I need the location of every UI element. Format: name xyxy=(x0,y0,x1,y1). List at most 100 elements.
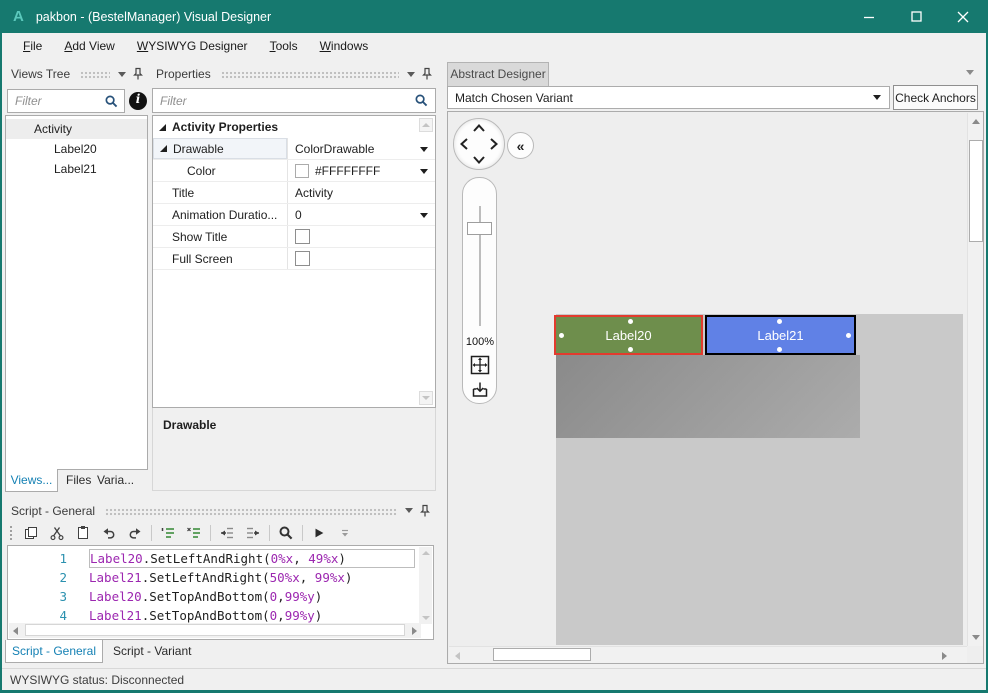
property-row-animation-duration[interactable]: Animation Duratio... 0 xyxy=(153,204,435,226)
property-group-row[interactable]: Activity Properties xyxy=(153,116,435,138)
variant-combobox[interactable]: Match Chosen Variant xyxy=(447,86,890,109)
arrow-left-icon xyxy=(13,627,18,635)
search-icon[interactable] xyxy=(104,94,119,109)
tab-abstract-designer[interactable]: Abstract Designer xyxy=(447,62,549,86)
drag-texture[interactable] xyxy=(221,71,399,79)
properties-filter-input[interactable] xyxy=(153,94,414,108)
menu-add-view[interactable]: Add View xyxy=(53,35,126,57)
copy-button[interactable] xyxy=(18,522,44,544)
expander-icon[interactable] xyxy=(159,124,166,131)
scrollbar-thumb[interactable] xyxy=(969,140,983,242)
zoom-percent-label: 100% xyxy=(463,336,497,348)
tree-item-label20[interactable]: Label20 xyxy=(6,139,147,159)
property-row-drawable[interactable]: Drawable ColorDrawable xyxy=(153,138,435,160)
color-swatch[interactable] xyxy=(295,164,309,178)
arrow-down-icon xyxy=(422,396,430,400)
redo-button[interactable] xyxy=(122,522,148,544)
scroll-up-button[interactable] xyxy=(419,118,433,132)
maximize-icon xyxy=(911,11,922,22)
paste-button[interactable] xyxy=(70,522,96,544)
decrease-indent-button[interactable] xyxy=(214,522,240,544)
variant-combobox-value: Match Chosen Variant xyxy=(448,91,873,105)
dropdown-icon[interactable] xyxy=(420,147,428,152)
views-tree: Activity Label20 Label21 xyxy=(5,115,148,470)
canvas-hscrollbar[interactable] xyxy=(449,646,967,663)
variant-screen-area[interactable] xyxy=(556,355,860,438)
editor-hscrollbar[interactable] xyxy=(9,623,421,638)
property-row-title[interactable]: Title Activity xyxy=(153,182,435,204)
views-filter-input[interactable] xyxy=(8,94,104,108)
property-row-color[interactable]: Color #FFFFFFFF xyxy=(153,160,435,182)
tab-views[interactable]: Views... xyxy=(5,469,58,492)
scrollbar-thumb[interactable] xyxy=(493,648,591,661)
dropdown-icon[interactable] xyxy=(420,213,428,218)
tab-script-variant[interactable]: Script - Variant xyxy=(113,644,191,658)
drag-texture[interactable] xyxy=(80,71,110,79)
pin-icon[interactable] xyxy=(421,67,433,81)
menu-tools[interactable]: Tools xyxy=(259,35,309,57)
check-anchors-button[interactable]: Check Anchors xyxy=(893,85,978,110)
property-value[interactable]: 0 xyxy=(295,208,302,222)
uncomment-button[interactable] xyxy=(181,522,207,544)
tree-item-activity[interactable]: Activity xyxy=(6,119,147,139)
fit-to-screen-button[interactable] xyxy=(469,354,491,376)
panel-menu-icon[interactable] xyxy=(118,72,126,77)
zoom-slider-thumb[interactable] xyxy=(467,222,492,235)
arrow-up-icon xyxy=(422,123,430,127)
cut-button[interactable] xyxy=(44,522,70,544)
pan-control[interactable] xyxy=(453,118,505,170)
dropdown-icon[interactable] xyxy=(420,169,428,174)
code-line[interactable]: 1 Label20.SetLeftAndRight(0%x, 49%x) xyxy=(8,549,418,568)
undo-button[interactable] xyxy=(96,522,122,544)
pin-icon[interactable] xyxy=(132,67,144,81)
tab-variants[interactable]: Varia... xyxy=(97,473,134,487)
minimize-button[interactable] xyxy=(846,0,892,33)
panel-menu-icon[interactable] xyxy=(407,72,415,77)
code-line[interactable]: 3 Label20.SetTopAndBottom(0,99%y) xyxy=(8,587,418,606)
search-button[interactable] xyxy=(273,522,299,544)
full-screen-checkbox[interactable] xyxy=(295,251,310,266)
tab-script-general[interactable]: Script - General xyxy=(5,640,103,663)
scroll-down-button[interactable] xyxy=(419,391,433,405)
expander-icon[interactable] xyxy=(160,145,167,152)
info-icon[interactable]: i xyxy=(129,92,147,110)
views-filter xyxy=(7,89,125,113)
close-button[interactable] xyxy=(940,0,986,33)
copy-icon xyxy=(23,525,39,541)
script-editor[interactable]: 1 Label20.SetLeftAndRight(0%x, 49%x) 2 L… xyxy=(7,545,434,640)
toolbar-overflow-button[interactable] xyxy=(332,522,358,544)
code-line[interactable]: 2 Label21.SetLeftAndRight(50%x, 99%x) xyxy=(8,568,418,587)
panel-menu-icon[interactable] xyxy=(405,508,413,513)
status-bar: WYSIWYG status: Disconnected xyxy=(2,668,986,690)
tree-item-label21[interactable]: Label21 xyxy=(6,159,147,179)
increase-indent-button[interactable] xyxy=(240,522,266,544)
anchor-dot xyxy=(628,347,633,352)
menu-file[interactable]: File xyxy=(12,35,53,57)
load-layout-button[interactable] xyxy=(469,379,491,401)
maximize-button[interactable] xyxy=(893,0,939,33)
drag-texture[interactable] xyxy=(105,508,397,516)
window-border-left xyxy=(0,33,2,693)
property-value[interactable]: ColorDrawable xyxy=(295,142,374,156)
scrollbar-thumb[interactable] xyxy=(25,624,405,636)
minimize-icon xyxy=(863,11,875,23)
comment-button[interactable] xyxy=(155,522,181,544)
run-script-button[interactable] xyxy=(306,522,332,544)
menu-wysiwyg-designer[interactable]: WYSIWYG Designer xyxy=(126,35,259,57)
toolbar-grip[interactable] xyxy=(9,525,14,541)
collapse-tools-button[interactable]: « xyxy=(507,132,534,159)
designer-canvas[interactable]: Label20 Label21 « 100% xyxy=(447,111,984,664)
canvas-vscrollbar[interactable] xyxy=(967,113,984,646)
property-row-show-title[interactable]: Show Title xyxy=(153,226,435,248)
property-value[interactable]: Activity xyxy=(295,186,333,200)
editor-vscrollbar[interactable] xyxy=(419,547,432,624)
search-icon[interactable] xyxy=(414,93,429,108)
panel-menu-icon[interactable] xyxy=(966,70,974,75)
menu-windows[interactable]: Windows xyxy=(309,35,380,57)
tab-files[interactable]: Files xyxy=(66,473,91,487)
arrow-up-icon xyxy=(972,119,980,124)
property-value[interactable]: #FFFFFFFF xyxy=(315,164,380,178)
property-row-full-screen[interactable]: Full Screen xyxy=(153,248,435,270)
pin-icon[interactable] xyxy=(419,504,431,518)
show-title-checkbox[interactable] xyxy=(295,229,310,244)
